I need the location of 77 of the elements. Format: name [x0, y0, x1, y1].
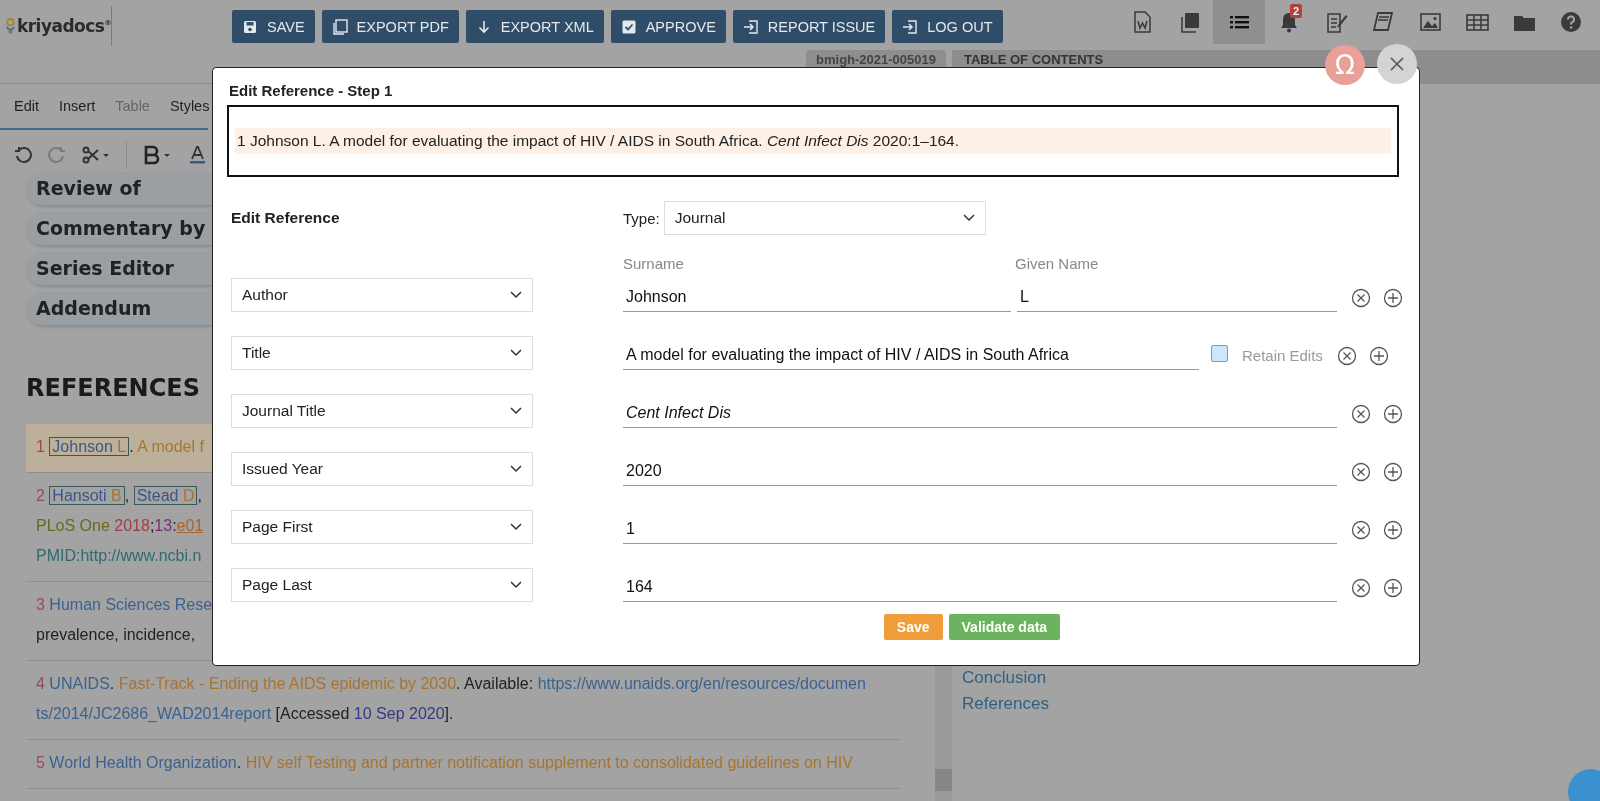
- add-icon[interactable]: [1383, 288, 1403, 308]
- retain-edits-checkbox[interactable]: [1211, 345, 1228, 362]
- notification-badge: 2: [1290, 4, 1303, 18]
- field-type-select[interactable]: Page Last: [231, 568, 533, 602]
- remove-icon[interactable]: [1351, 520, 1371, 540]
- field-type-select[interactable]: Page First: [231, 510, 533, 544]
- toolbar-button[interactable]: EXPORT PDF: [321, 10, 459, 43]
- toolbar-button[interactable]: REPORT ISSUE: [732, 10, 886, 43]
- menu-item[interactable]: Styles: [169, 98, 210, 128]
- help-icon: [1558, 10, 1583, 34]
- text-field[interactable]: 164: [623, 572, 1337, 602]
- chevron-icon: [510, 349, 522, 357]
- field-type-select[interactable]: Author: [231, 278, 533, 312]
- reference-line: 5 World Health Organization. HIV self Testing and partner notification supplement to consolidated guidelines on HIV: [36, 753, 853, 773]
- enter-arrow-icon: [902, 18, 919, 35]
- dialog-title: Edit Reference - Step 1: [229, 82, 394, 99]
- undo-icon[interactable]: [14, 146, 32, 164]
- remove-icon[interactable]: [1351, 404, 1371, 424]
- menu-item[interactable]: Edit: [14, 98, 39, 128]
- bold-icon[interactable]: [143, 145, 173, 165]
- reference-preview: 1 Johnson L. A model for evaluating the impact of HIV / AIDS in South Africa. Cent Infect Dis 2020:1–164.: [235, 128, 1391, 154]
- given-name-field[interactable]: L: [1017, 282, 1337, 312]
- enter-arrow-icon: [742, 18, 759, 35]
- header-tab[interactable]: 2: [1265, 0, 1312, 44]
- text-field[interactable]: 1: [623, 514, 1337, 544]
- chevron-icon: [510, 291, 522, 299]
- reference-line: PMID:http://www.ncbi.n: [36, 546, 202, 566]
- column-header: Given Name: [1015, 255, 1099, 272]
- toolbar-button[interactable]: APPROVE: [610, 10, 726, 43]
- toolbar-button[interactable]: SAVE: [232, 10, 315, 43]
- remove-icon[interactable]: [1351, 462, 1371, 482]
- reference-line: 4 UNAIDS. Fast-Track - Ending the AIDS epidemic by 2030. Available: https://www.unaids.org/en/resources/documen: [36, 674, 866, 694]
- toolbar-button[interactable]: LOG OUT: [892, 10, 1003, 43]
- close-button[interactable]: [1377, 44, 1417, 84]
- add-icon[interactable]: [1383, 578, 1403, 598]
- toolbar-button[interactable]: EXPORT XML: [465, 10, 604, 43]
- title-field[interactable]: A model for evaluating the impact of HIV / AIDS in South Africa: [623, 340, 1199, 370]
- menu-item[interactable]: Insert: [59, 98, 96, 128]
- reference-entry[interactable]: 5 World Health Organization. HIV self Testing and partner notification supplement to consolidated guidelines on HIV: [26, 740, 900, 789]
- add-icon[interactable]: [1383, 462, 1403, 482]
- scissors-icon[interactable]: [82, 146, 110, 164]
- book-icon: [1370, 10, 1395, 34]
- field-type-select[interactable]: Journal Title: [231, 394, 533, 428]
- section-heading: REFERENCES: [26, 374, 201, 402]
- reference-line: prevalence, incidence,: [36, 625, 196, 645]
- column-header: Surname: [623, 255, 685, 272]
- chevron-icon: [962, 214, 975, 222]
- surname-field[interactable]: Johnson: [623, 282, 1011, 312]
- logo-text: kriyadocs$^{®}$: [16, 16, 111, 36]
- reference-line: 3 Human Sciences Rese: [36, 595, 213, 615]
- chevron-icon: [510, 465, 522, 473]
- remove-icon[interactable]: [1351, 578, 1371, 598]
- text-color-icon[interactable]: [189, 145, 207, 165]
- header-tab[interactable]: [1213, 0, 1265, 44]
- checkbox-icon: [620, 18, 637, 35]
- reference-line: 1 Johnson L . A model f: [36, 436, 204, 458]
- add-icon[interactable]: [1383, 520, 1403, 540]
- reference-line: ts/2014/JC2686_WAD2014report [Accessed 10 Sep 2020].: [36, 704, 454, 724]
- field-type-select[interactable]: Title: [231, 336, 533, 370]
- author-name[interactable]: Johnson L: [49, 437, 130, 456]
- reference-line: PLoS One 2018;13:e01: [36, 516, 204, 536]
- add-icon[interactable]: [1383, 404, 1403, 424]
- add-icon[interactable]: [1368, 346, 1389, 366]
- chevron-icon: [510, 523, 522, 531]
- text-field[interactable]: Cent Infect Dis: [623, 398, 1337, 428]
- chevron-icon: [510, 581, 522, 589]
- chevron-icon: [510, 407, 522, 415]
- reference-line: 2 Hansoti B , Stead D ,: [36, 485, 202, 507]
- image-icon: [1417, 10, 1442, 34]
- type-label: Type:: [623, 209, 660, 227]
- type-select[interactable]: Journal: [663, 201, 986, 235]
- text-field[interactable]: 2020: [623, 456, 1337, 486]
- field-type-select[interactable]: Issued Year: [231, 452, 533, 486]
- close-icon: [1389, 56, 1405, 72]
- remove-icon[interactable]: [1336, 346, 1357, 366]
- retain-edits-label: Retain Edits: [1242, 347, 1323, 366]
- remove-icon[interactable]: [1351, 288, 1371, 308]
